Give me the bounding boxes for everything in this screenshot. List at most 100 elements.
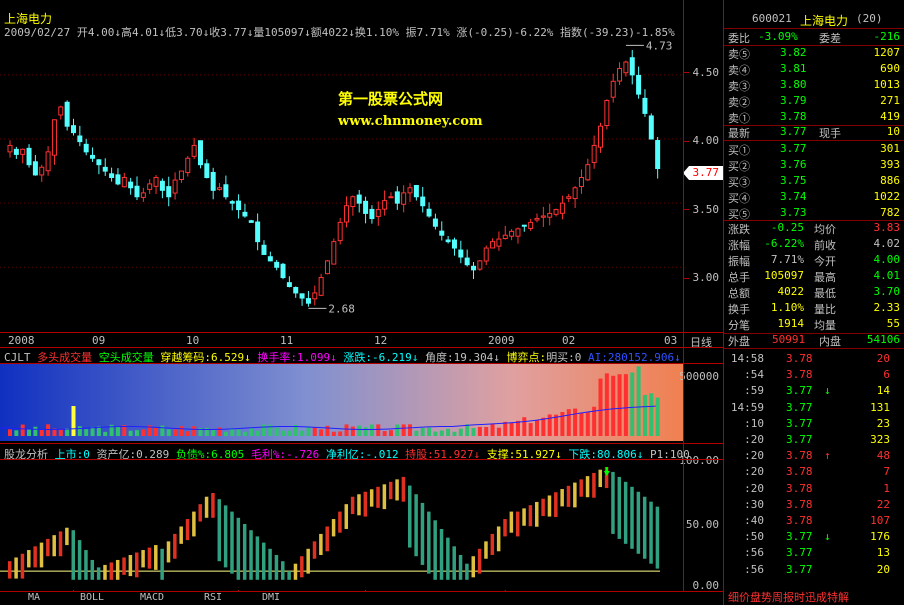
- candle: [445, 235, 451, 244]
- watermark-url: www.chnmoney.com: [338, 114, 483, 129]
- volume-bar: [217, 427, 222, 436]
- volume-bar: [84, 429, 89, 436]
- volume-bar: [8, 429, 12, 436]
- volume-bar: [338, 431, 343, 436]
- gulong-bar: [363, 491, 368, 517]
- volume-bar: [287, 430, 292, 436]
- tab-boll[interactable]: BOLL: [80, 592, 104, 603]
- gulong-bar: [128, 555, 133, 577]
- gulong-bar: [147, 547, 152, 569]
- volume-bar: [490, 423, 495, 436]
- order-price: 3.82: [780, 46, 807, 59]
- candle: [490, 238, 496, 249]
- tick-time: :59: [744, 384, 764, 398]
- bar-info-item: 换1.10%: [354, 26, 399, 39]
- tick-price: 3.77: [786, 546, 813, 560]
- volume-bar: [312, 427, 317, 436]
- candle: [305, 290, 311, 307]
- tick-volume: 323: [870, 433, 890, 446]
- candle: [610, 73, 616, 103]
- stat-label: 最低: [814, 287, 836, 300]
- volume-bar: [566, 409, 571, 436]
- tab-rsi[interactable]: RSI: [204, 592, 222, 603]
- candle: [617, 62, 623, 85]
- y-tick-label: 0.00: [692, 579, 720, 592]
- order-price: 3.81: [780, 62, 807, 75]
- volume-bar: [192, 426, 197, 436]
- tick-volume: 22: [876, 497, 890, 511]
- stat-value: 4.02: [873, 237, 901, 250]
- bar-info-item: 低3.70↓: [165, 26, 210, 39]
- bar-info-item: 收3.77↓: [209, 26, 254, 39]
- order-volume: 782: [880, 206, 900, 219]
- gulong-bar: [636, 491, 641, 554]
- day-line-button[interactable]: 日线: [690, 334, 712, 350]
- tab-dmi[interactable]: DMI: [262, 592, 280, 603]
- volume-bar: [103, 431, 108, 436]
- indicator1-item: 穿越筹码:6.529↓: [153, 351, 251, 364]
- volume-bar: [242, 431, 247, 436]
- candle: [363, 196, 369, 224]
- candle: [39, 164, 45, 182]
- quote-footer: 细价盘势周报时迅成特解: [728, 591, 849, 604]
- tick-time: :20: [744, 449, 764, 463]
- gulong-bar: [242, 524, 247, 580]
- volume-chart[interactable]: [0, 364, 683, 441]
- volume-bar: [173, 429, 178, 436]
- tick-row: :30 3.78 22: [724, 497, 904, 513]
- stat-value: 4.01: [873, 269, 901, 282]
- volume-bar: [401, 424, 406, 436]
- volume-bar: [115, 426, 120, 436]
- x-tick-label: 02: [562, 334, 576, 347]
- volume-bar: [20, 424, 25, 436]
- tick-time: :20: [744, 433, 764, 446]
- tick-row: :20 3.78 7: [724, 464, 904, 480]
- candle: [236, 194, 242, 219]
- tick-time: :30: [744, 497, 764, 511]
- candle: [578, 169, 584, 194]
- tick-row: :20 3.77 323: [724, 432, 904, 448]
- gulong-bar: [39, 542, 44, 568]
- gulong-chart[interactable]: [0, 460, 683, 592]
- bar-info-item: 高4.01↓: [120, 26, 166, 39]
- gulong-bar: [649, 501, 653, 564]
- candlestick-chart[interactable]: 4.73 2.68: [0, 0, 683, 332]
- candle: [629, 49, 635, 85]
- candle: [623, 60, 629, 77]
- volume-bar: [369, 424, 374, 436]
- gulong-bar: [427, 511, 431, 574]
- candle: [471, 262, 477, 280]
- gulong-bar: [369, 489, 374, 507]
- outer-inner-row: 外盘 50991 内盘 54106: [728, 333, 900, 348]
- tab-ma[interactable]: MA: [28, 592, 40, 603]
- candle: [642, 89, 648, 117]
- candle: [458, 240, 464, 264]
- tab-macd[interactable]: MACD: [140, 592, 164, 603]
- volume-bar: [388, 430, 393, 436]
- stat-value: 4022: [777, 285, 805, 298]
- stat-value: 1914: [777, 317, 805, 330]
- gulong-bar: [350, 496, 355, 515]
- volume-bar: [363, 427, 368, 436]
- tick-time: :20: [744, 481, 764, 495]
- stat-row: 振幅 7.71% 今开 4.00: [724, 252, 904, 268]
- gulong-bar: [433, 520, 437, 580]
- gulong-bar: [592, 472, 596, 498]
- candle: [451, 237, 457, 256]
- tick-volume: 1: [883, 481, 890, 495]
- watermark-title: 第一股票公式网: [338, 90, 444, 108]
- volume-bar: [179, 426, 184, 436]
- volume-bar: [617, 374, 622, 436]
- volume-bar: [58, 428, 63, 436]
- candle: [128, 177, 134, 195]
- stat-label: 振幅: [728, 255, 750, 268]
- volume-bar: [77, 426, 82, 436]
- order-volume: 1013: [873, 78, 901, 91]
- gulong-bar: [103, 564, 107, 580]
- low-price-label: 2.68: [328, 302, 355, 315]
- candle: [547, 203, 553, 226]
- volume-bar: [306, 426, 311, 436]
- gulong-bar: [166, 541, 171, 563]
- sell-signal-arrow: [603, 467, 610, 476]
- volume-axis: 500000: [679, 364, 723, 441]
